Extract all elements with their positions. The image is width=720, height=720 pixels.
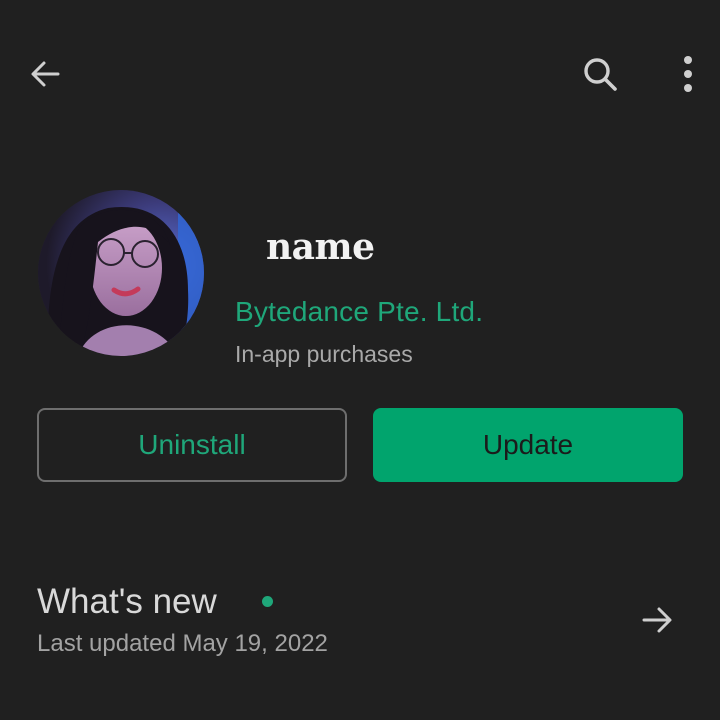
app-details-screen: name Bytedance Pte. Ltd. In-app purchase… [0,0,720,720]
search-icon [584,58,617,91]
search-button[interactable] [572,46,628,102]
new-indicator-dot [262,596,273,607]
app-icon-avatar [38,190,204,356]
update-button[interactable]: Update [373,408,683,482]
top-app-bar [0,0,720,150]
in-app-purchases-label: In-app purchases [235,341,413,367]
avatar-photo [38,190,204,356]
whats-new-arrow-button[interactable] [630,592,686,648]
app-name: name [266,226,375,268]
developer-link[interactable]: Bytedance Pte. Ltd. [235,296,483,328]
more-vert-icon [684,56,692,92]
arrow-back-icon [31,61,60,87]
whats-new-title: What's new [37,582,217,621]
more-options-button[interactable] [660,46,716,102]
last-updated-text: Last updated May 19, 2022 [37,630,328,657]
arrow-forward-icon [642,607,672,633]
uninstall-button[interactable]: Uninstall [37,408,347,482]
back-button[interactable] [17,46,73,102]
